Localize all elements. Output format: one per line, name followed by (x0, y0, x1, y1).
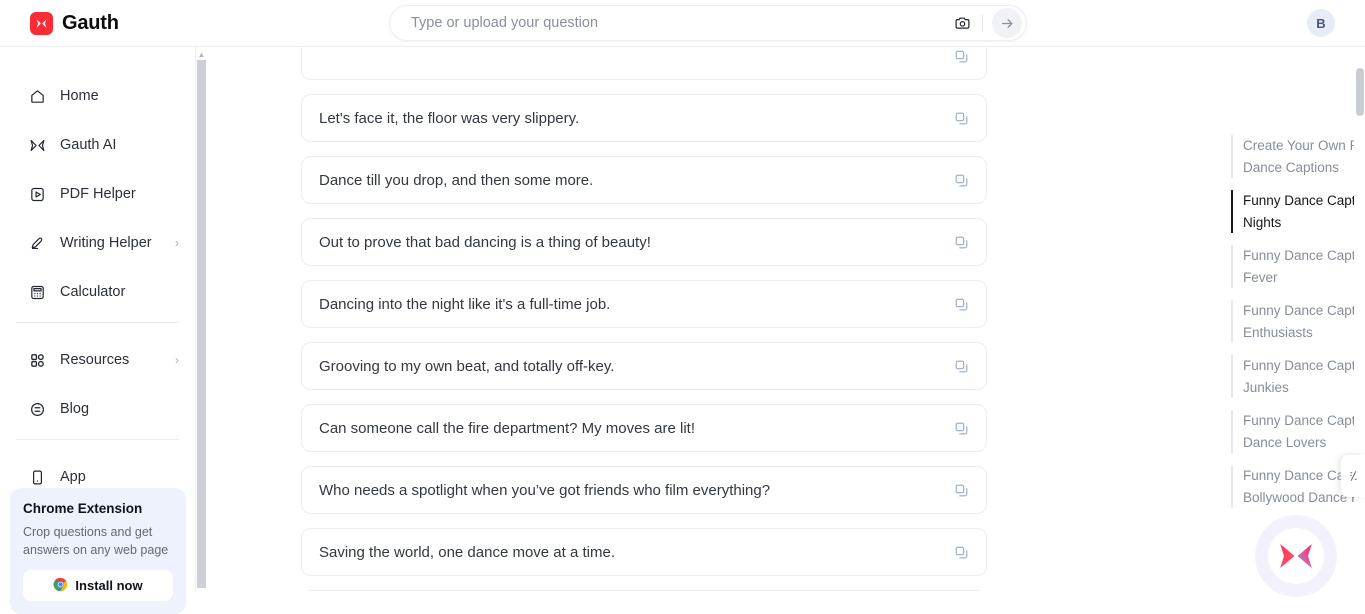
toc-item[interactable]: Funny Dance Captions for Hip Hop Junkies (1231, 355, 1365, 398)
copy-icon[interactable] (950, 479, 972, 501)
page-scrollbar[interactable] (1354, 47, 1365, 591)
gauth-chat-icon (1268, 528, 1324, 584)
toc-item[interactable]: Create Your Own Rib-Tickling Dance Capti… (1231, 135, 1365, 178)
sidebar-item-label: Writing Helper (60, 235, 161, 251)
toc-item[interactable]: Funny Dance Captions for Latin Dance Lov… (1231, 410, 1365, 453)
main-content: Let's face it, the floor was very slippe… (207, 47, 1365, 591)
search-input[interactable] (390, 15, 949, 31)
sidebar-item-label: App (60, 469, 179, 485)
copy-icon[interactable] (950, 541, 972, 563)
caption-card[interactable]: Grooving to my own beat, and totally off… (301, 342, 987, 390)
caption-card[interactable] (301, 47, 987, 80)
sidebar-item-writing-helper[interactable]: Writing Helper › (0, 224, 195, 262)
toc-item[interactable]: Funny Dance Captions for Disco Fever (1231, 245, 1365, 288)
calculator-icon (29, 284, 46, 301)
search-divider (982, 15, 983, 31)
sidebar-divider-2 (16, 439, 179, 440)
caption-card[interactable]: Can someone call the fire department? My… (301, 404, 987, 452)
panel-toggle-icon[interactable] (1341, 455, 1365, 497)
caption-text: Let's face it, the floor was very slippe… (319, 110, 950, 127)
sidebar-item-label: Calculator (60, 284, 179, 300)
grid-icon (29, 352, 46, 369)
phone-icon (29, 469, 46, 486)
left-sidebar: Home Gauth AI PDF Helper (0, 47, 196, 591)
caption-text: Grooving to my own beat, and totally off… (319, 358, 950, 375)
caption-text: Who needs a spotlight when you’ve got fr… (319, 482, 950, 499)
page-scrollbar-thumb[interactable] (1356, 68, 1364, 116)
toc-item[interactable]: Funny Dance Captions for Ballet Enthusia… (1231, 300, 1365, 343)
sidebar-divider-1 (16, 322, 179, 323)
sidebar-scrollbar[interactable]: ▲ (196, 47, 207, 591)
search-bar (389, 5, 1027, 41)
sidebar-item-label: PDF Helper (60, 186, 179, 202)
brand[interactable]: Gauth (30, 12, 119, 35)
gauth-ai-icon (29, 137, 46, 154)
chrome-extension-card: Chrome Extension Crop questions and get … (10, 488, 186, 614)
caption-card[interactable]: Let's face it, the floor was very slippe… (301, 94, 987, 142)
copy-icon[interactable] (950, 417, 972, 439)
search-submit-button[interactable] (992, 8, 1022, 38)
copy-icon[interactable] (950, 293, 972, 315)
nav-primary: Home Gauth AI PDF Helper (0, 47, 195, 496)
caption-card[interactable]: Dancing into the night like it's a full-… (301, 280, 987, 328)
sidebar-item-label: Gauth AI (60, 137, 179, 153)
sidebar-item-home[interactable]: Home (0, 77, 195, 115)
caption-text: Out to prove that bad dancing is a thing… (319, 234, 950, 251)
caption-card[interactable]: Dance till you drop, and then some more. (301, 156, 987, 204)
sidebar-item-label: Blog (60, 401, 179, 417)
sidebar-item-calculator[interactable]: Calculator (0, 273, 195, 311)
blog-icon (29, 401, 46, 418)
caption-text: Dance till you drop, and then some more. (319, 172, 950, 189)
sidebar-item-label: Home (60, 88, 179, 104)
caption-card[interactable]: Saving the world, one dance move at a ti… (301, 528, 987, 576)
sidebar-item-pdf-helper[interactable]: PDF Helper (0, 175, 195, 213)
caption-card[interactable]: Who needs a spotlight when you’ve got fr… (301, 466, 987, 514)
sidebar-item-gauth-ai[interactable]: Gauth AI (0, 126, 195, 164)
gauth-chat-button[interactable] (1255, 515, 1337, 597)
copy-icon[interactable] (950, 107, 972, 129)
copy-icon[interactable] (950, 355, 972, 377)
pdf-icon (29, 186, 46, 203)
chevron-right-icon: › (175, 236, 179, 250)
sidebar-item-blog[interactable]: Blog (0, 390, 195, 428)
sidebar-item-resources[interactable]: Resources › (0, 341, 195, 379)
scroll-up-icon[interactable]: ▲ (197, 50, 206, 59)
toc-item-active[interactable]: Funny Dance Captions for Grooving Nights (1231, 190, 1365, 233)
camera-icon[interactable] (949, 10, 975, 36)
copy-icon[interactable] (950, 231, 972, 253)
home-icon (29, 88, 46, 105)
caption-card[interactable]: Out to prove that bad dancing is a thing… (301, 218, 987, 266)
avatar[interactable]: B (1307, 9, 1335, 37)
copy-icon[interactable] (950, 169, 972, 191)
chevron-right-icon: › (175, 353, 179, 367)
install-now-label: Install now (75, 578, 142, 593)
copy-icon[interactable] (950, 47, 972, 67)
promo-subtitle: Crop questions and get answers on any we… (23, 523, 173, 559)
promo-title: Chrome Extension (23, 501, 173, 516)
gauth-logo-icon (30, 12, 53, 35)
caption-text: Dancing into the night like it's a full-… (319, 296, 950, 313)
brand-name: Gauth (62, 12, 119, 35)
chrome-icon (53, 577, 68, 595)
pencil-icon (29, 235, 46, 252)
sidebar-scrollbar-thumb[interactable] (197, 60, 206, 588)
caption-card-list: Let's face it, the floor was very slippe… (301, 47, 987, 591)
caption-text: Saving the world, one dance move at a ti… (319, 544, 950, 561)
install-now-button[interactable]: Install now (23, 570, 173, 601)
sidebar-item-label: Resources (60, 352, 161, 368)
caption-text: Can someone call the fire department? My… (319, 420, 950, 437)
top-bar: Gauth B (0, 0, 1365, 47)
